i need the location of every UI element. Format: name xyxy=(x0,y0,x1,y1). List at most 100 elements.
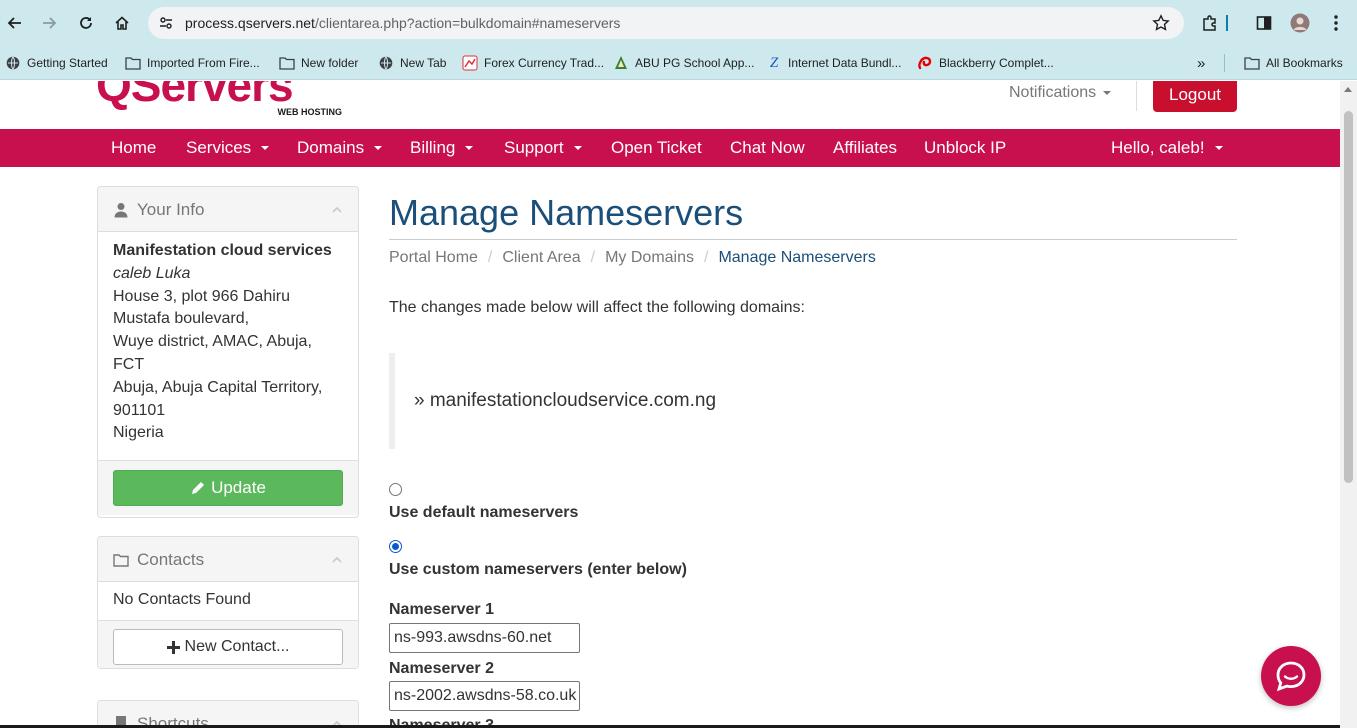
logout-button[interactable]: Logout xyxy=(1153,81,1237,112)
bookmark-new-folder[interactable]: New folder xyxy=(279,53,358,73)
address-line: FCT xyxy=(113,355,145,373)
extensions-icon[interactable] xyxy=(1199,12,1221,34)
scrollbar-thumb[interactable] xyxy=(1344,111,1353,483)
contacts-header[interactable]: Contacts xyxy=(98,537,358,582)
airtel-icon xyxy=(917,55,933,71)
side-panel-icon[interactable] xyxy=(1253,12,1275,34)
url-text[interactable]: process.qservers.net/clientarea.php?acti… xyxy=(185,15,620,31)
bookmark-imported-from-firefox[interactable]: Imported From Fire... xyxy=(125,53,260,73)
bookmarks-overflow-icon[interactable]: » xyxy=(1197,53,1205,73)
bookmark-star-icon[interactable] xyxy=(1152,14,1170,32)
custom-nameservers-label[interactable]: Use custom nameservers (enter below) xyxy=(389,561,687,579)
nav-label: Domains xyxy=(297,138,365,157)
nav-open-ticket[interactable]: Open Ticket xyxy=(611,129,702,167)
your-info-header[interactable]: Your Info xyxy=(98,187,358,232)
bookmark-abu-pg[interactable]: ABU PG School App... xyxy=(613,53,754,73)
header-divider xyxy=(1136,81,1137,111)
bookmark-label: Internet Data Bundl... xyxy=(788,56,902,70)
nameserver1-input[interactable]: ns-993.awsdns-60.net xyxy=(389,623,580,653)
all-bookmarks[interactable]: All Bookmarks xyxy=(1244,53,1343,73)
bookmark-internet-data[interactable]: Z Internet Data Bundl... xyxy=(766,53,902,73)
bookmark-forex[interactable]: Forex Currency Trad... xyxy=(462,53,604,73)
address-bar[interactable]: process.qservers.net/clientarea.php?acti… xyxy=(148,7,1184,39)
caret-down-icon xyxy=(374,146,383,150)
scroll-up-arrow-icon[interactable] xyxy=(1344,87,1352,92)
breadcrumb-my-domains[interactable]: My Domains xyxy=(605,249,694,267)
page-title: Manage Nameservers xyxy=(389,192,744,233)
z-icon: Z xyxy=(769,54,779,71)
nav-support[interactable]: Support xyxy=(504,129,582,167)
breadcrumb-separator: / xyxy=(704,249,709,266)
forex-icon xyxy=(462,55,478,71)
shortcuts-panel: Shortcuts xyxy=(97,700,359,728)
web-page: QServers WEB HOSTING Notifications Logou… xyxy=(0,81,1340,728)
back-icon[interactable] xyxy=(3,11,27,35)
all-bookmarks-label: All Bookmarks xyxy=(1266,56,1343,70)
notifications-label: Notifications xyxy=(1009,84,1097,101)
main-navigation: Home Services Domains Billing Support Op… xyxy=(0,129,1340,167)
update-label: Update xyxy=(211,478,266,497)
qservers-logo[interactable]: QServers WEB HOSTING xyxy=(96,81,346,119)
nav-label: Unblock IP xyxy=(924,138,1007,157)
default-nameservers-radio[interactable] xyxy=(389,483,402,496)
bookmark-label: Forex Currency Trad... xyxy=(484,56,605,70)
address-line: Nigeria xyxy=(113,424,164,442)
bookmarks-bar: Getting Started Imported From Fire... Ne… xyxy=(0,46,1357,80)
forward-icon[interactable] xyxy=(37,11,61,35)
your-info-body: Manifestation cloud services caleb Luka … xyxy=(98,232,358,460)
profile-avatar-icon[interactable] xyxy=(1289,12,1311,34)
browser-menu-icon[interactable] xyxy=(1325,12,1347,34)
affected-domain: » manifestationcloudservice.com.ng xyxy=(414,390,717,411)
live-chat-button[interactable] xyxy=(1261,646,1321,706)
nav-home[interactable]: Home xyxy=(111,129,156,167)
nav-billing[interactable]: Billing xyxy=(410,129,474,167)
custom-nameservers-radio[interactable] xyxy=(389,540,402,553)
toolbar-divider xyxy=(1226,15,1228,31)
reload-icon[interactable] xyxy=(74,11,98,35)
bookmark-label: ABU PG School App... xyxy=(635,56,755,70)
bookmark-getting-started[interactable]: Getting Started xyxy=(5,53,108,73)
nav-unblock-ip[interactable]: Unblock IP xyxy=(924,129,1006,167)
address-line: House 3, plot 966 Dahiru xyxy=(113,287,290,305)
contacts-body: No Contacts Found xyxy=(98,582,358,620)
nav-label: Affiliates xyxy=(833,138,897,157)
nav-label: Home xyxy=(111,138,157,157)
page-scrollbar[interactable] xyxy=(1340,81,1357,728)
chevron-up-icon[interactable] xyxy=(332,555,342,565)
folder-icon xyxy=(1244,55,1260,71)
caret-down-icon xyxy=(261,146,270,150)
nav-domains[interactable]: Domains xyxy=(297,129,383,167)
contacts-panel: Contacts No Contacts Found New Contact..… xyxy=(97,536,359,669)
breadcrumb-separator: / xyxy=(487,249,493,266)
nav-affiliates[interactable]: Affiliates xyxy=(833,129,897,167)
breadcrumb-current: Manage Nameservers xyxy=(718,249,876,266)
logo-subtext: WEB HOSTING xyxy=(278,107,343,117)
notifications-dropdown[interactable]: Notifications xyxy=(1009,84,1112,102)
home-icon[interactable] xyxy=(110,11,134,35)
folder-icon xyxy=(125,55,141,71)
folder-icon xyxy=(113,552,129,568)
bookmark-label: New Tab xyxy=(400,56,447,70)
globe-icon xyxy=(5,55,21,71)
new-contact-button[interactable]: New Contact... xyxy=(113,629,343,665)
nav-services[interactable]: Services xyxy=(186,129,270,167)
globe-icon xyxy=(378,55,394,71)
nav-user-menu[interactable]: Hello, caleb! xyxy=(1111,129,1223,167)
nav-label: Open Ticket xyxy=(611,138,702,157)
no-contacts-text: No Contacts Found xyxy=(113,591,251,608)
breadcrumb-client-area[interactable]: Client Area xyxy=(502,249,580,267)
breadcrumb: Portal Home / Client Area / My Domains /… xyxy=(389,249,876,267)
chevron-up-icon[interactable] xyxy=(332,205,342,215)
nav-chat-now[interactable]: Chat Now xyxy=(730,129,805,167)
default-nameservers-label[interactable]: Use default nameservers xyxy=(389,504,578,522)
panel-title: Your Info xyxy=(137,200,205,219)
breadcrumb-portal-home[interactable]: Portal Home xyxy=(389,249,478,267)
browser-toolbar: process.qservers.net/clientarea.php?acti… xyxy=(0,0,1357,46)
shortcuts-header[interactable]: Shortcuts xyxy=(98,701,358,728)
bookmark-blackberry[interactable]: Blackberry Complet... xyxy=(917,53,1054,73)
breadcrumb-separator: / xyxy=(590,249,596,266)
nameserver2-input[interactable]: ns-2002.awsdns-58.co.uk xyxy=(389,681,580,711)
update-button[interactable]: Update xyxy=(113,470,343,506)
bookmark-new-tab[interactable]: New Tab xyxy=(378,53,446,73)
site-info-icon[interactable] xyxy=(158,15,174,31)
